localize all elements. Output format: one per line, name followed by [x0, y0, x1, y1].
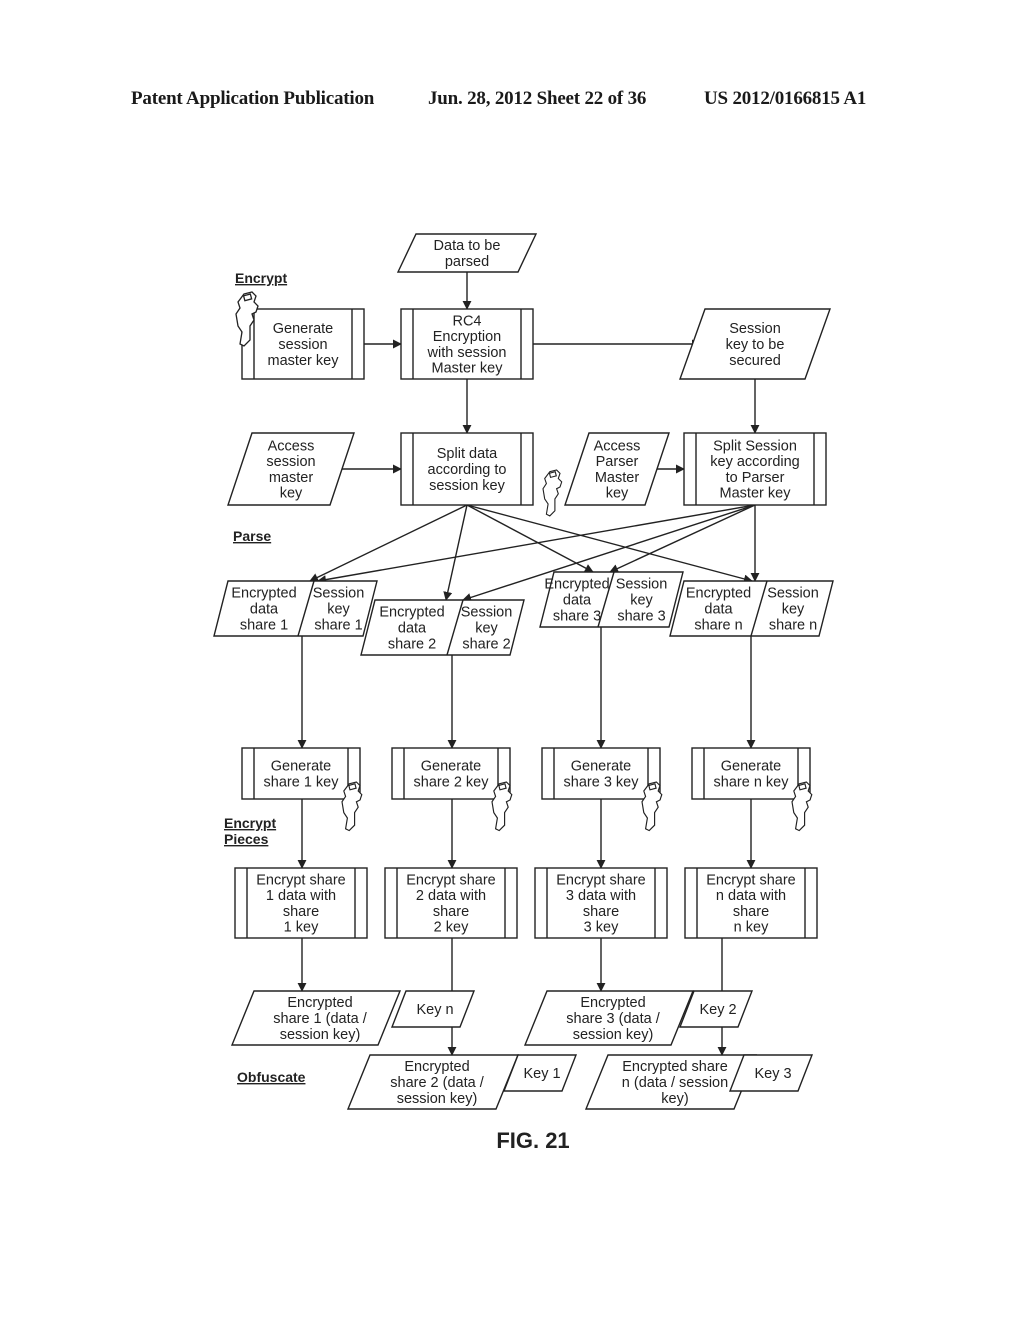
key-icon	[341, 781, 363, 832]
section-labels: Encrypt Parse Encrypt Pieces Obfuscate	[224, 270, 306, 1085]
key-icon	[491, 781, 513, 832]
node-label: Generate share n key	[714, 759, 790, 791]
node-out-share-2: Encrypted share 2 (data / session key)Key …	[346, 1054, 578, 1110]
node-label: Split Session key according to Parser Maste…	[710, 438, 799, 501]
key-label: Key 2	[699, 1002, 736, 1018]
edge-split-data-to-share1	[309, 504, 468, 582]
figure-label: FIG. 21	[496, 1128, 569, 1153]
node-generate-session-master-key: Generate session master key	[241, 308, 365, 380]
node-share-1: Encrypted data share 1Session key share 1	[213, 580, 378, 637]
section-label-obfuscate: Obfuscate	[237, 1069, 306, 1085]
section-label-encrypt-pieces: Encrypt Pieces	[224, 815, 276, 847]
node-enc-share-2: Encrypt share 2 data with share 2 key	[384, 867, 518, 939]
nodes: Data to be parsed Generate session master ke…	[213, 233, 834, 1110]
node-gen-share-2-key: Generate share 2 key	[391, 747, 511, 800]
node-enc-share-n: Encrypt share n data with share n key	[684, 867, 818, 939]
node-label: Generate share 2 key	[414, 759, 490, 791]
key-icon	[641, 781, 663, 832]
node-access-session-master-key: Access session master key	[227, 432, 355, 506]
node-label: Split data according to session key	[428, 446, 507, 494]
node-out-share-1: Encrypted share 1 (data / session key)Key …	[230, 990, 476, 1046]
node-label: Session key to be secured	[726, 321, 785, 369]
section-label-encrypt: Encrypt	[235, 270, 287, 286]
key-icon	[542, 469, 563, 517]
section-label-parse: Parse	[233, 528, 271, 544]
node-label: Generate share 1 key	[264, 759, 340, 791]
node-rc4-encryption: RC4 Encryption with session Master key	[400, 308, 534, 380]
edge-split-data-to-share3	[466, 504, 594, 573]
node-split-data: Split data according to session key	[400, 432, 534, 506]
node-enc-share-1: Encrypt share 1 data with share 1 key	[234, 867, 368, 939]
node-gen-share-1-key: Generate share 1 key	[241, 747, 361, 800]
flowchart-diagram: Data to be parsed Generate session master ke…	[213, 233, 834, 1153]
node-access-parser-master-key: Access Parser Master key	[564, 432, 670, 506]
node-share-2: Encrypted data share 2Session key share 2	[360, 599, 525, 656]
node-gen-share-n-key: Generate share n key	[691, 747, 811, 800]
node-gen-share-3-key: Generate share 3 key	[541, 747, 661, 800]
key-label: Key 1	[523, 1066, 560, 1082]
node-session-key-to-be-secured: Session key to be secured	[679, 308, 831, 380]
node-share-n: Encrypted data share nSession key share n	[669, 580, 834, 637]
node-enc-share-3: Encrypt share 3 data with share 3 key	[534, 867, 668, 939]
node-label: Generate share 3 key	[564, 759, 640, 791]
key-label: Key n	[416, 1002, 453, 1018]
node-out-share-n: Encrypted share n (data / session key)Key …	[584, 1054, 814, 1110]
node-out-share-3: Encrypted share 3 (data / session key)Key …	[523, 990, 754, 1046]
node-data-to-be-parsed: Data to be parsed	[396, 233, 538, 273]
node-split-session-key: Split Session key according to Parser Maste…	[683, 432, 827, 506]
edge-split-key-to-share1	[317, 504, 756, 585]
edge-split-data-to-share2	[443, 504, 468, 601]
key-label: Key 3	[754, 1066, 791, 1082]
key-icon	[791, 781, 813, 832]
edge-split-data-to-sharen	[466, 504, 753, 584]
node-share-3: Encrypted data share 3Session key share 3	[539, 571, 684, 628]
